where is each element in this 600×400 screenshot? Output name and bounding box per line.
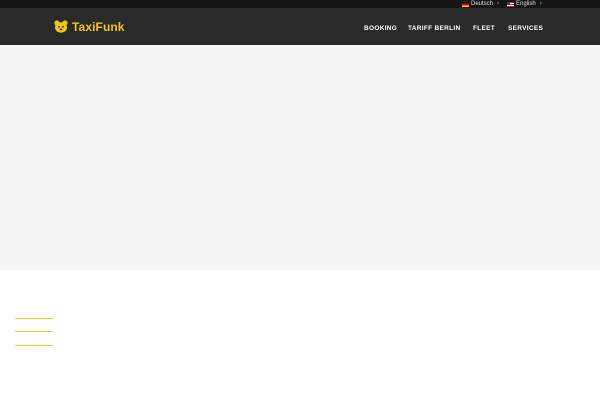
language-bar: Deutsch › English › [0, 0, 600, 8]
germany-flag-icon [462, 1, 469, 7]
bear-logo-icon [54, 20, 68, 33]
hero-section [0, 45, 600, 270]
accent-divider [15, 318, 53, 319]
brand-logo-link[interactable]: TaxiFunk [54, 19, 125, 34]
page: Deutsch › English › TaxiFunk BOOKING TAR… [0, 0, 600, 400]
chevron-right-icon: › [539, 1, 542, 7]
chevron-right-icon: › [497, 1, 500, 7]
language-deutsch-link[interactable]: Deutsch › [462, 0, 499, 8]
accent-divider [15, 345, 53, 346]
uk-flag-icon [507, 1, 514, 7]
brand-name: TaxiFunk [72, 19, 125, 34]
language-deutsch-label: Deutsch [471, 1, 494, 7]
nav-item-services[interactable]: SERVICES [508, 25, 543, 32]
nav-item-tariff-berlin[interactable]: TARIFF BERLIN [408, 25, 461, 32]
nav-item-booking[interactable]: BOOKING [364, 25, 397, 32]
language-english-link[interactable]: English › [507, 0, 542, 8]
accent-divider [15, 331, 53, 332]
nav-item-fleet[interactable]: FLEET [473, 25, 495, 32]
language-english-label: English [516, 1, 536, 7]
site-header: TaxiFunk BOOKING TARIFF BERLIN FLEET SER… [0, 8, 600, 45]
